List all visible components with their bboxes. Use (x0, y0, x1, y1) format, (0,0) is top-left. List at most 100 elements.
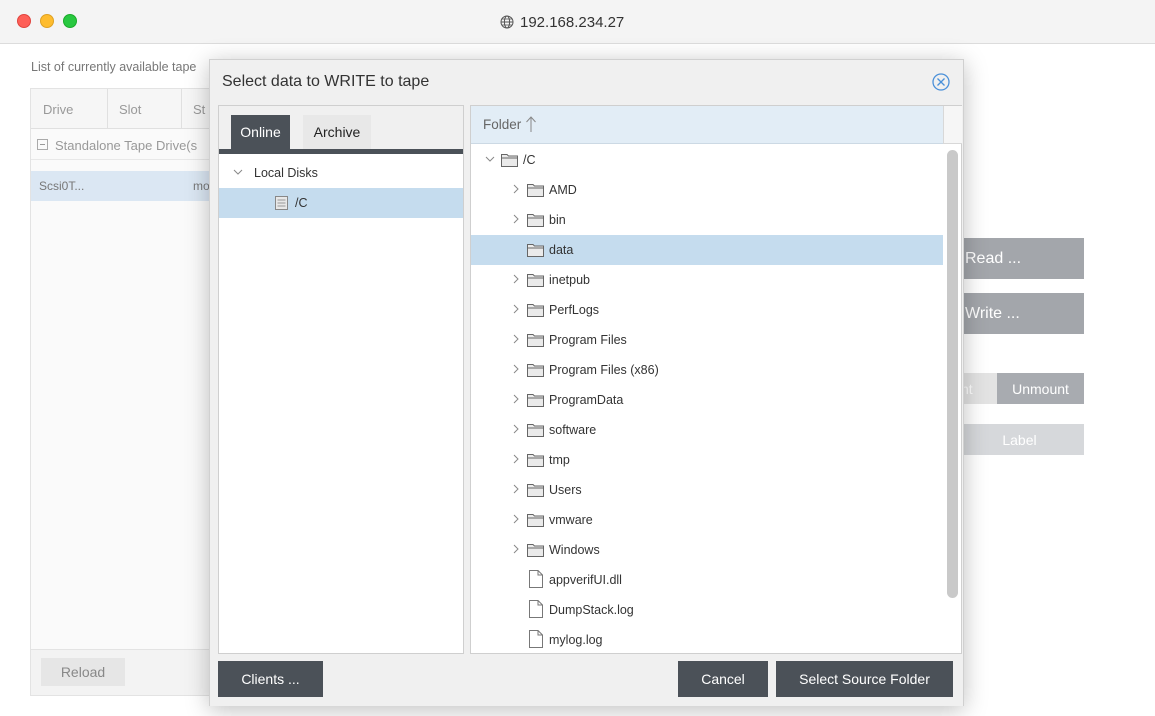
folder-list-pane: Folder /C AMD bin data inetpub PerfLogs Progra… (470, 105, 962, 654)
unmount-button[interactable]: Unmount (997, 373, 1084, 404)
chevron-right-icon[interactable] (511, 334, 521, 344)
column-status[interactable]: St (193, 102, 205, 117)
folder-row[interactable]: inetpub (471, 265, 943, 295)
tree-item-label: /C (295, 196, 308, 210)
chevron-right-icon[interactable] (511, 484, 521, 494)
source-tree-pane: Online Archive Local Disks /C (218, 105, 464, 654)
file-icon (529, 630, 543, 648)
select-source-folder-button[interactable]: Select Source Folder (776, 661, 953, 697)
chevron-right-icon[interactable] (511, 364, 521, 374)
item-label: appverifUI.dll (549, 573, 622, 587)
chevron-right-icon[interactable] (511, 304, 521, 314)
file-icon (529, 570, 543, 588)
item-label: mylog.log (549, 633, 603, 647)
folder-icon (527, 214, 544, 227)
chevron-right-icon[interactable] (511, 514, 521, 524)
item-label: Windows (549, 543, 600, 557)
label-button[interactable]: Label (955, 424, 1084, 455)
drive-cell: Scsi0T... (39, 179, 85, 193)
folder-column-header[interactable]: Folder (471, 106, 943, 144)
tree-item-label: Local Disks (254, 166, 318, 180)
chevron-right-icon[interactable] (511, 544, 521, 554)
folder-row[interactable]: Windows (471, 535, 943, 565)
folder-icon (527, 484, 544, 497)
folder-row[interactable]: tmp (471, 445, 943, 475)
tape-list-footer: Reload (31, 649, 219, 695)
reload-button[interactable]: Reload (41, 658, 125, 686)
file-icon (529, 600, 543, 618)
dialog-footer: Clients ... Cancel Select Source Folder (210, 656, 963, 706)
source-tabs: Online Archive (219, 106, 463, 154)
folder-row[interactable]: software (471, 415, 943, 445)
table-row[interactable]: Scsi0T... mo (31, 171, 219, 201)
sort-ascending-icon (526, 116, 536, 132)
chevron-right-icon[interactable] (511, 454, 521, 464)
window-titlebar: 192.168.234.27 (0, 0, 1155, 44)
item-label: /C (523, 153, 536, 167)
address-text: 192.168.234.27 (520, 13, 625, 31)
vertical-scrollbar[interactable] (947, 150, 958, 598)
folder-row[interactable]: bin (471, 205, 943, 235)
item-label: Users (549, 483, 582, 497)
folder-icon (527, 424, 544, 437)
folder-row[interactable]: Program Files (x86) (471, 355, 943, 385)
zoom-window-button[interactable] (63, 14, 77, 28)
clients-button[interactable]: Clients ... (218, 661, 323, 697)
chevron-right-icon[interactable] (511, 424, 521, 434)
column-drive[interactable]: Drive (43, 102, 73, 117)
address-display: 192.168.234.27 (500, 12, 624, 32)
close-window-button[interactable] (17, 14, 31, 28)
folder-icon (527, 304, 544, 317)
folder-icon (527, 334, 544, 347)
globe-icon (500, 15, 514, 29)
tab-archive[interactable]: Archive (303, 115, 371, 149)
folder-icon (527, 454, 544, 467)
folder-icon (527, 514, 544, 527)
minimize-window-button[interactable] (40, 14, 54, 28)
folder-icon (527, 544, 544, 557)
chevron-down-icon[interactable] (233, 167, 243, 177)
group-label: Standalone Tape Drive(s (55, 138, 198, 153)
folder-row[interactable]: Program Files (471, 325, 943, 355)
folder-row[interactable]: PerfLogs (471, 295, 943, 325)
collapse-icon[interactable] (37, 139, 48, 150)
tree-item-local-disks[interactable]: Local Disks (219, 158, 463, 188)
folder-row[interactable]: data (471, 235, 943, 265)
chevron-right-icon[interactable] (511, 394, 521, 404)
dialog-title: Select data to WRITE to tape (222, 73, 430, 90)
tape-list-caption: List of currently available tape (31, 60, 197, 74)
chevron-right-icon[interactable] (511, 214, 521, 224)
chevron-right-icon[interactable] (511, 184, 521, 194)
folder-row[interactable]: AMD (471, 175, 943, 205)
item-label: Program Files (x86) (549, 363, 659, 377)
item-label: ProgramData (549, 393, 624, 407)
item-label: vmware (549, 513, 593, 527)
header-corner (943, 106, 962, 144)
item-label: data (549, 243, 574, 257)
folder-icon (527, 394, 544, 407)
item-label: AMD (549, 183, 577, 197)
cancel-button[interactable]: Cancel (678, 661, 768, 697)
file-row[interactable]: DumpStack.log (471, 595, 943, 625)
standalone-group-row[interactable]: Standalone Tape Drive(s (31, 130, 219, 160)
tree-item-drive-c[interactable]: /C (219, 188, 463, 218)
item-label: Program Files (549, 333, 627, 347)
tape-list-panel: Drive Slot St Standalone Tape Drive(s Sc… (30, 88, 220, 696)
folder-row[interactable]: /C (471, 145, 943, 175)
folder-row[interactable]: Users (471, 475, 943, 505)
folder-column-label: Folder (483, 117, 522, 132)
select-data-dialog: Select data to WRITE to tape Online Arch… (209, 59, 964, 706)
close-icon[interactable] (931, 72, 951, 92)
status-cell: mo (193, 179, 210, 193)
column-slot[interactable]: Slot (119, 102, 141, 117)
folder-row[interactable]: vmware (471, 505, 943, 535)
tab-online[interactable]: Online (231, 115, 290, 149)
item-label: tmp (549, 453, 570, 467)
file-row[interactable]: mylog.log (471, 625, 943, 655)
chevron-down-icon[interactable] (485, 154, 495, 164)
item-label: bin (549, 213, 566, 227)
folder-row[interactable]: ProgramData (471, 385, 943, 415)
chevron-right-icon[interactable] (511, 274, 521, 284)
file-row[interactable]: appverifUI.dll (471, 565, 943, 595)
folder-icon (527, 274, 544, 287)
